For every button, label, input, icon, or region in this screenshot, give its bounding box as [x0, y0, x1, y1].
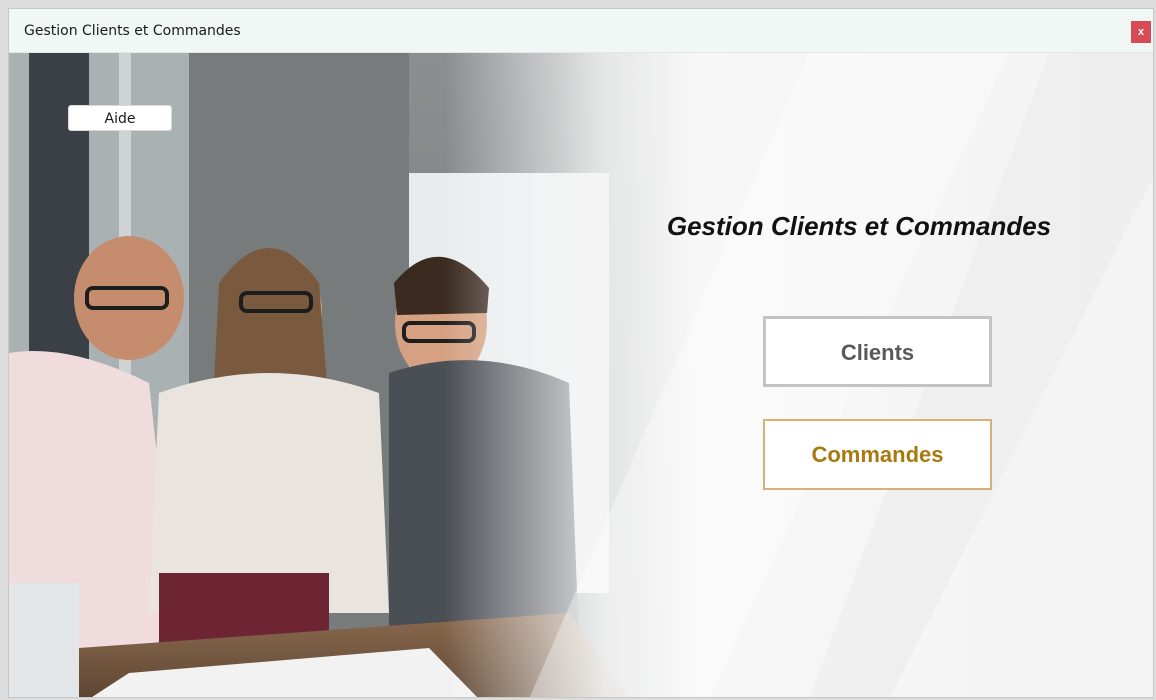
close-button[interactable]: x [1131, 21, 1151, 43]
main-panel: Aide Gestion Clients et Commandes Client… [9, 53, 1153, 697]
help-button[interactable]: Aide [68, 105, 172, 131]
window-title: Gestion Clients et Commandes [24, 23, 241, 39]
app-window: Gestion Clients et Commandes x Aide Gest… [8, 8, 1154, 698]
clients-button[interactable]: Clients [763, 316, 992, 387]
app-heading: Gestion Clients et Commandes [666, 211, 1052, 241]
close-icon: x [1137, 26, 1145, 38]
title-bar: Gestion Clients et Commandes x [9, 9, 1153, 53]
orders-button[interactable]: Commandes [763, 419, 992, 490]
